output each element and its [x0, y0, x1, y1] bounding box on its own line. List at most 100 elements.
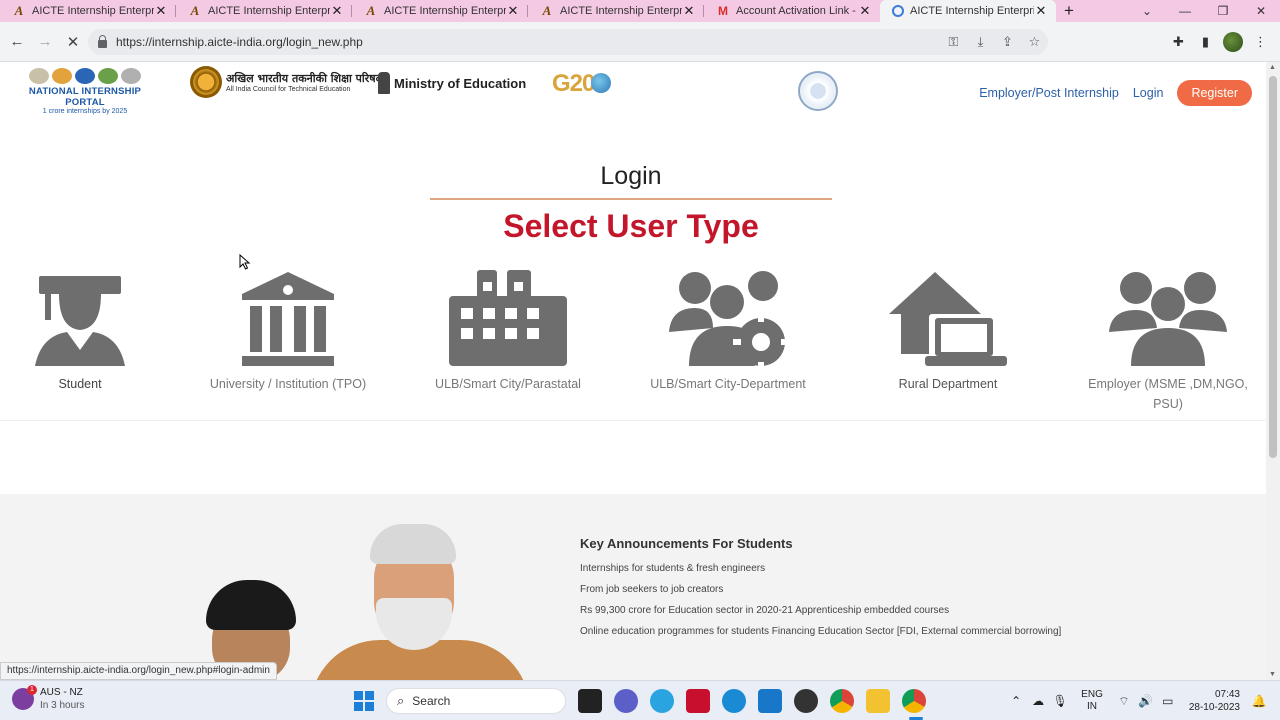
clock[interactable]: 07:43 28-10-2023 [1189, 688, 1240, 714]
close-window-icon[interactable]: ✕ [1242, 0, 1280, 22]
site-header: NATIONAL INTERNSHIP PORTAL 1 crore inter… [0, 62, 1266, 117]
announcement-item: Online education programmes for students… [580, 626, 1062, 637]
browser-tab[interactable]: M Account Activation Link - ✕ [704, 0, 880, 22]
scroll-thumb[interactable] [1269, 76, 1277, 458]
side-panel-icon[interactable]: ▮ [1192, 34, 1219, 50]
extensions-icon[interactable]: ✚ [1165, 34, 1192, 50]
lock-icon[interactable] [98, 35, 107, 48]
obs-icon[interactable] [794, 689, 818, 713]
address-bar[interactable]: https://internship.aicte-india.org/login… [88, 29, 1048, 55]
browser-tab[interactable]: A AICTE Internship Enterprise ✕ [0, 0, 176, 22]
city-building-icon [449, 270, 567, 366]
g20-logo[interactable]: G20 [552, 70, 612, 98]
user-type-label: ULB/Smart City-Department [650, 377, 806, 391]
user-type-ulb-department[interactable]: ULB/Smart City-Department [638, 270, 818, 394]
page-scrollbar[interactable]: ▲ ▼ [1266, 62, 1280, 680]
edge-icon[interactable] [722, 689, 746, 713]
user-type-employer[interactable]: Employer (MSME ,DM,NGO, PSU) [1078, 270, 1258, 414]
task-view-icon[interactable] [578, 689, 602, 713]
onedrive-icon[interactable]: ☁ [1027, 694, 1049, 708]
user-type-student[interactable]: Student [0, 270, 170, 394]
browser-tab[interactable]: A AICTE Internship Enterprise ✕ [352, 0, 528, 22]
close-icon[interactable]: ✕ [330, 3, 344, 19]
share-icon[interactable]: ⇪ [994, 34, 1021, 50]
windows-start-icon[interactable] [354, 691, 374, 711]
bookmark-star-icon[interactable]: ☆ [1021, 34, 1048, 50]
weather-title: AUS - NZ [40, 687, 83, 698]
select-user-type-heading: Select User Type [503, 208, 759, 244]
chat-icon[interactable] [614, 689, 638, 713]
restore-icon[interactable]: ❐ [1204, 0, 1242, 22]
close-icon[interactable]: ✕ [858, 3, 872, 19]
forward-icon[interactable]: → [32, 29, 58, 55]
scroll-down-icon[interactable]: ▼ [1269, 671, 1276, 678]
notification-bell-icon[interactable]: 🔔 [1248, 694, 1270, 708]
wifi-icon[interactable]: ⌔ [1113, 694, 1135, 709]
new-tab-button[interactable]: + [1056, 0, 1082, 22]
close-icon[interactable]: ✕ [1034, 3, 1048, 19]
close-icon[interactable]: ✕ [682, 3, 696, 19]
battery-icon[interactable]: ▭ [1157, 694, 1179, 708]
chrome-profile-icon[interactable] [902, 689, 926, 713]
menu-icon[interactable]: ⋮ [1247, 34, 1274, 50]
nip-subtitle: 1 crore internships by 2025 [42, 108, 128, 115]
taskbar-search[interactable]: ⌕ Search [386, 688, 566, 714]
user-type-ulb-parastatal[interactable]: ULB/Smart City/Parastatal [418, 270, 598, 394]
weather-widget[interactable]: 1 AUS - NZ In 3 hours [12, 685, 84, 712]
chrome-icon[interactable] [830, 689, 854, 713]
file-explorer-icon[interactable] [866, 689, 890, 713]
aicte-seal-icon [190, 66, 222, 98]
employer-post-internship-link[interactable]: Employer/Post Internship [979, 86, 1119, 100]
tab-label: Account Activation Link - [736, 5, 856, 17]
national-internship-portal-logo[interactable]: NATIONAL INTERNSHIP PORTAL 1 crore inter… [10, 66, 160, 115]
aicte-icon: A [14, 3, 24, 18]
back-icon[interactable]: ← [4, 29, 30, 55]
nip-title: NATIONAL INTERNSHIP PORTAL [28, 86, 142, 108]
emblems [10, 66, 160, 86]
browser-tab[interactable]: A AICTE Internship Enterprise ✕ [176, 0, 352, 22]
minimize-icon[interactable]: — [1166, 0, 1204, 22]
close-icon[interactable]: ✕ [506, 3, 520, 19]
system-tray: ⌃ ☁ 🎙 ENG IN ⌔ 🔊 ▭ 07:43 28-10-2023 🔔 [1005, 685, 1270, 717]
install-icon[interactable]: ⤓ [967, 34, 994, 50]
round-seal-logo[interactable] [798, 71, 838, 111]
key-icon[interactable]: ⚿ [940, 34, 967, 50]
close-icon[interactable]: ✕ [154, 3, 168, 19]
browser-tab-active[interactable]: AICTE Internship Enterprise ✕ [880, 0, 1056, 22]
chevron-up-icon[interactable]: ⌃ [1005, 694, 1027, 708]
aicte-logo[interactable]: अखिल भारतीय तकनीकी शिक्षा परिषद् All Ind… [190, 66, 381, 98]
tab-label: AICTE Internship Enterprise [208, 5, 330, 17]
search-icon: ⌕ [397, 693, 405, 708]
moe-name: Ministry of Education [394, 75, 527, 91]
chevron-down-icon[interactable]: ⌄ [1128, 0, 1166, 22]
stop-loading-icon[interactable]: ✕ [60, 29, 86, 55]
volume-icon[interactable]: 🔊 [1135, 694, 1157, 708]
announcement-section: Key Announcements For Students Internshi… [0, 494, 1266, 680]
aicte-icon: A [190, 3, 200, 18]
browser-tab[interactable]: A AICTE Internship Enterprise ✕ [528, 0, 704, 22]
register-button[interactable]: Register [1177, 80, 1252, 106]
login-title: Login [600, 162, 662, 190]
ministry-of-education-logo[interactable]: Ministry of Education [378, 72, 526, 94]
clock-time: 07:43 [1214, 689, 1240, 700]
user-type-rural[interactable]: Rural Department [858, 270, 1038, 394]
login-link[interactable]: Login [1133, 86, 1164, 100]
user-type-label: Employer (MSME ,DM,NGO, PSU) [1088, 377, 1248, 411]
language-indicator[interactable]: ENG IN [1081, 689, 1103, 713]
user-type-university[interactable]: University / Institution (TPO) [198, 270, 378, 394]
store-icon[interactable] [758, 689, 782, 713]
microphone-icon[interactable]: 🎙 [1049, 694, 1071, 708]
graduate-icon [35, 276, 125, 366]
announcements-title: Key Announcements For Students [580, 536, 793, 551]
weather-icon: 1 [12, 685, 37, 710]
widget-app-icon[interactable] [650, 689, 674, 713]
institution-icon [242, 272, 334, 366]
mcafee-icon[interactable] [686, 689, 710, 713]
globe-icon [591, 73, 612, 93]
tab-label: AICTE Internship Enterprise [32, 5, 154, 17]
scroll-up-icon[interactable]: ▲ [1269, 64, 1276, 71]
announcement-list: Internships for students & fresh enginee… [580, 558, 1061, 642]
announcement-item: From job seekers to job creators [580, 584, 724, 595]
profile-avatar[interactable] [1223, 32, 1243, 52]
user-type-label: Rural Department [898, 377, 998, 391]
